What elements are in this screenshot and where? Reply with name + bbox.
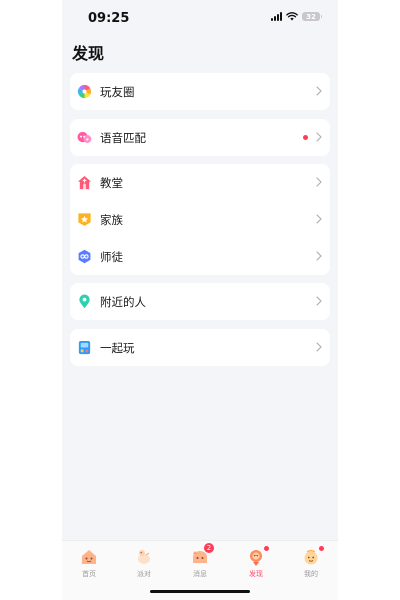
menu-item-label: 家族 (100, 212, 123, 227)
location-pin-icon (77, 294, 92, 309)
wifi-icon (286, 12, 298, 21)
cellular-signal-icon (271, 12, 282, 21)
menu-item-church[interactable]: 教堂 (70, 164, 330, 201)
page-title: 发现 (72, 44, 105, 63)
menu-group-social: 玩友圈 (70, 73, 330, 110)
menu-group-play: 一起玩 (70, 329, 330, 366)
tab-party[interactable]: 派对 (124, 547, 164, 579)
tab-profile[interactable]: 我的 (291, 546, 331, 579)
message-tab-icon: 2 (190, 543, 214, 567)
family-star-icon (77, 212, 92, 227)
menu-item-voice-match[interactable]: 语音匹配 (70, 119, 330, 156)
tab-messages[interactable]: 2 消息 (180, 543, 220, 579)
notification-dot (303, 135, 308, 140)
menu-item-label: 语音匹配 (100, 130, 146, 145)
menu-item-label: 一起玩 (100, 340, 135, 355)
tab-home[interactable]: 首页 (69, 547, 109, 579)
profile-notification-dot (319, 546, 324, 551)
menu-item-play-together[interactable]: 一起玩 (70, 329, 330, 366)
status-time: 09:25 (88, 11, 130, 26)
menu-item-family[interactable]: 家族 (70, 201, 330, 238)
chevron-right-icon (316, 132, 322, 142)
home-tab-icon (79, 547, 99, 567)
tab-label: 我的 (304, 570, 318, 578)
phone-screen: 09:25 32 发现 玩友圈 语音匹配 教堂 家族 师徒 附近的人 一起玩 首… (62, 0, 338, 600)
battery-level: 32 (306, 12, 316, 21)
status-icons: 32 (271, 12, 322, 21)
menu-item-mentor[interactable]: 师徒 (70, 238, 330, 275)
menu-item-label: 师徒 (100, 249, 123, 264)
tab-label: 消息 (193, 570, 207, 578)
menu-item-nearby-people[interactable]: 附近的人 (70, 283, 330, 320)
menu-item-label: 附近的人 (100, 294, 146, 309)
chevron-right-icon (316, 342, 322, 352)
discover-notification-dot (264, 546, 269, 551)
chevron-right-icon (316, 296, 322, 306)
menu-item-label: 玩友圈 (100, 84, 135, 99)
church-icon (77, 175, 92, 190)
chevron-right-icon (316, 177, 322, 187)
message-badge: 2 (204, 543, 214, 553)
battery-icon: 32 (302, 12, 322, 21)
status-bar: 09:25 32 (62, 0, 338, 34)
discover-tab-icon (246, 546, 269, 567)
tab-label: 首页 (82, 570, 96, 578)
colorful-pinwheel-icon (77, 84, 92, 99)
menu-group-voice: 语音匹配 (70, 119, 330, 156)
menu-group-community: 教堂 家族 师徒 (70, 164, 330, 275)
tab-label: 派对 (137, 570, 151, 578)
party-tab-icon (134, 547, 154, 567)
tab-discover[interactable]: 发现 (236, 546, 276, 579)
play-together-icon (77, 340, 92, 355)
menu-item-friend-circle[interactable]: 玩友圈 (70, 73, 330, 110)
tab-label: 发现 (249, 570, 263, 578)
chevron-right-icon (316, 214, 322, 224)
chevron-right-icon (316, 86, 322, 96)
chevron-right-icon (316, 251, 322, 261)
menu-item-label: 教堂 (100, 175, 123, 190)
home-indicator (150, 590, 250, 593)
profile-tab-icon (301, 546, 324, 567)
mentor-hexagon-icon (77, 249, 92, 264)
voice-match-icon (77, 130, 92, 145)
menu-group-nearby: 附近的人 (70, 283, 330, 320)
